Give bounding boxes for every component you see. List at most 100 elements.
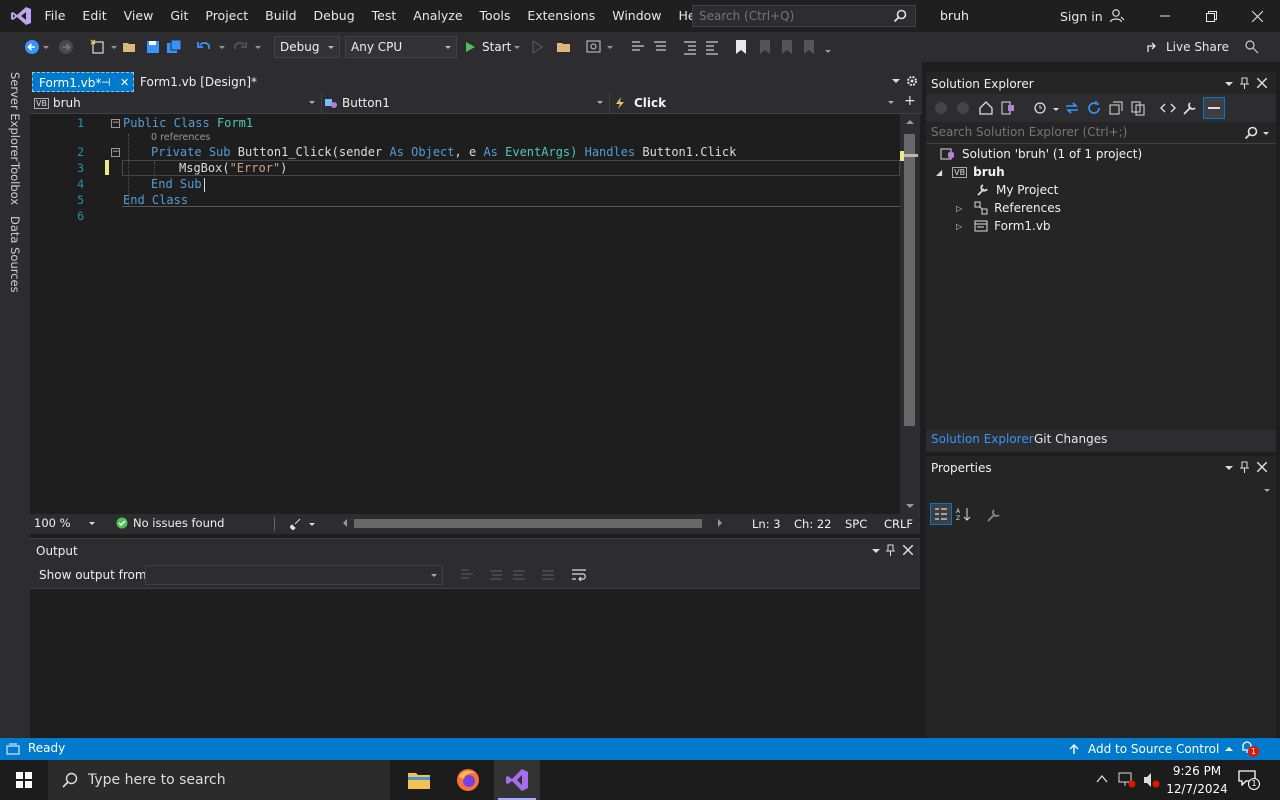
find-message-icon[interactable] (460, 568, 474, 582)
save-all-icon[interactable] (166, 39, 182, 55)
se-pending-changes-filter-icon[interactable] (1032, 100, 1048, 116)
scroll-up-icon[interactable] (906, 120, 914, 124)
global-search-input[interactable] (693, 6, 883, 26)
se-view-code-icon[interactable] (1160, 100, 1176, 116)
code-cleanup-dropdown-icon[interactable] (309, 523, 315, 526)
tree-item-form1-vb[interactable]: ▷ Form1.vb (956, 217, 1051, 235)
se-search-input[interactable] (926, 122, 1226, 142)
toggle-word-wrap-icon[interactable] (571, 568, 587, 582)
taskbar-search-box[interactable]: Type here to search (48, 760, 390, 800)
se-options-dropdown-icon[interactable] (1225, 82, 1233, 86)
menu-window[interactable]: Window (604, 0, 670, 32)
file-explorer-icon[interactable] (407, 769, 431, 791)
project-select[interactable]: VB bruh (34, 93, 322, 113)
step-over-icon[interactable] (652, 39, 668, 55)
windows-start-icon[interactable] (16, 772, 32, 788)
tab-settings-gear-icon[interactable] (906, 75, 918, 87)
se-close-icon[interactable] (1257, 78, 1267, 88)
restore-button[interactable] (1188, 0, 1234, 32)
tab-form1-design[interactable]: Form1.vb [Design]* (134, 72, 264, 92)
menu-file[interactable]: File (36, 0, 74, 32)
step-into-icon[interactable] (630, 39, 646, 55)
open-folder-icon[interactable] (556, 39, 572, 55)
se-switch-views-icon[interactable] (1000, 100, 1016, 116)
diagnostic-tools-dropdown-icon[interactable] (607, 46, 613, 49)
expanded-triangle-icon[interactable]: ◢ (936, 168, 942, 177)
menu-analyze[interactable]: Analyze (405, 0, 471, 32)
se-forward-icon[interactable] (956, 101, 970, 115)
data-sources-tab[interactable]: Data Sources (8, 216, 22, 293)
split-window-icon[interactable]: + (904, 93, 916, 109)
visual-studio-taskbar-button[interactable] (494, 760, 540, 800)
object-select[interactable]: Button1 (324, 93, 610, 113)
output-options-dropdown-icon[interactable] (872, 549, 880, 553)
horizontal-scrollbar-thumb[interactable] (354, 519, 702, 528)
output-pin-icon[interactable] (886, 544, 896, 556)
whitespace-indicator[interactable]: SPC (845, 517, 867, 531)
add-to-source-control-button[interactable]: Add to Source Control (1068, 738, 1234, 760)
start-dropdown-icon[interactable] (514, 45, 521, 49)
bookmark-icon[interactable] (734, 39, 748, 55)
se-collapse-all-icon[interactable] (1108, 100, 1124, 116)
tab-list-dropdown-icon[interactable] (892, 79, 900, 83)
output-close-icon[interactable] (903, 545, 913, 555)
code-line-5[interactable]: End Class (123, 193, 188, 207)
code-line-2[interactable]: Private Sub Button1_Click(sender As Obje… (151, 145, 736, 159)
code-line-4[interactable]: End Sub​ (151, 177, 202, 191)
menu-view[interactable]: View (115, 0, 162, 32)
pin-tab-icon[interactable]: ⊣ (101, 73, 111, 93)
menu-debug[interactable]: Debug (305, 0, 363, 32)
notifications-button[interactable]: 1 (1240, 740, 1262, 758)
event-select[interactable]: Click (614, 93, 900, 113)
undo-icon[interactable] (196, 39, 212, 55)
indent-icon[interactable] (682, 39, 698, 55)
server-explorer-tab[interactable]: Server Explorer (8, 72, 22, 161)
feedback-icon[interactable] (1244, 39, 1260, 55)
scroll-right-icon[interactable] (718, 519, 722, 527)
se-pin-icon[interactable] (1240, 77, 1250, 89)
tab-solution-explorer[interactable]: Solution Explorer (931, 432, 1034, 446)
properties-pin-icon[interactable] (1240, 461, 1250, 473)
code-line-1[interactable]: Public Class Form1 (123, 116, 253, 130)
collapsed-triangle-icon[interactable]: ▷ (956, 222, 962, 231)
code-line-3[interactable]: MsgBox("Error") (179, 161, 287, 175)
column-indicator[interactable]: Ch: 22 (794, 517, 831, 531)
se-search-icon[interactable] (1244, 126, 1258, 140)
previous-message-icon[interactable] (489, 568, 503, 582)
scrollbar-thumb[interactable] (904, 134, 915, 426)
next-bookmark-icon[interactable] (780, 39, 794, 55)
volume-muted-icon[interactable] (1143, 772, 1161, 788)
collapse-sub-icon[interactable]: − (111, 148, 120, 157)
open-file-icon[interactable] (122, 39, 138, 55)
collapsed-triangle-icon[interactable]: ▷ (956, 204, 962, 213)
clear-bookmarks-icon[interactable] (802, 39, 816, 55)
zoom-select[interactable]: 100 % (34, 516, 95, 530)
collapse-class-icon[interactable]: − (111, 119, 120, 128)
se-refresh-icon[interactable] (1086, 100, 1102, 116)
se-filter-dropdown-icon[interactable] (1053, 108, 1059, 111)
navigate-back-icon[interactable] (24, 39, 40, 55)
tab-git-changes[interactable]: Git Changes (1034, 432, 1107, 446)
tab-form1-vb[interactable]: Form1.vb* ⊣ ✕ (32, 72, 134, 92)
toolbox-tab[interactable]: Toolbox (8, 162, 22, 205)
new-project-icon[interactable] (90, 39, 106, 55)
clock-date[interactable]: 12/7/2024 (1166, 782, 1228, 796)
scroll-down-icon[interactable] (906, 504, 914, 508)
network-icon[interactable] (1118, 772, 1136, 788)
minimize-button[interactable] (1142, 0, 1188, 32)
close-tab-icon[interactable]: ✕ (120, 73, 129, 93)
redo-dropdown-icon[interactable] (255, 46, 261, 49)
solution-platform-select[interactable]: Any CPU (345, 36, 457, 58)
start-button[interactable]: Start (464, 36, 521, 58)
code-cleanup-brush-icon[interactable] (290, 518, 302, 530)
navigate-forward-icon[interactable] (58, 39, 74, 55)
tree-item-references[interactable]: ▷ References (956, 199, 1061, 217)
tree-solution[interactable]: Solution 'bruh' (1 of 1 project) (940, 145, 1142, 163)
output-source-select[interactable] (145, 565, 443, 585)
se-back-icon[interactable] (934, 101, 948, 115)
se-home-icon[interactable] (978, 100, 994, 116)
menu-build[interactable]: Build (257, 0, 305, 32)
property-pages-wrench-icon[interactable] (986, 507, 1002, 523)
tree-item-my-project[interactable]: My Project (976, 181, 1058, 199)
line-ending-indicator[interactable]: CRLF (884, 517, 913, 531)
